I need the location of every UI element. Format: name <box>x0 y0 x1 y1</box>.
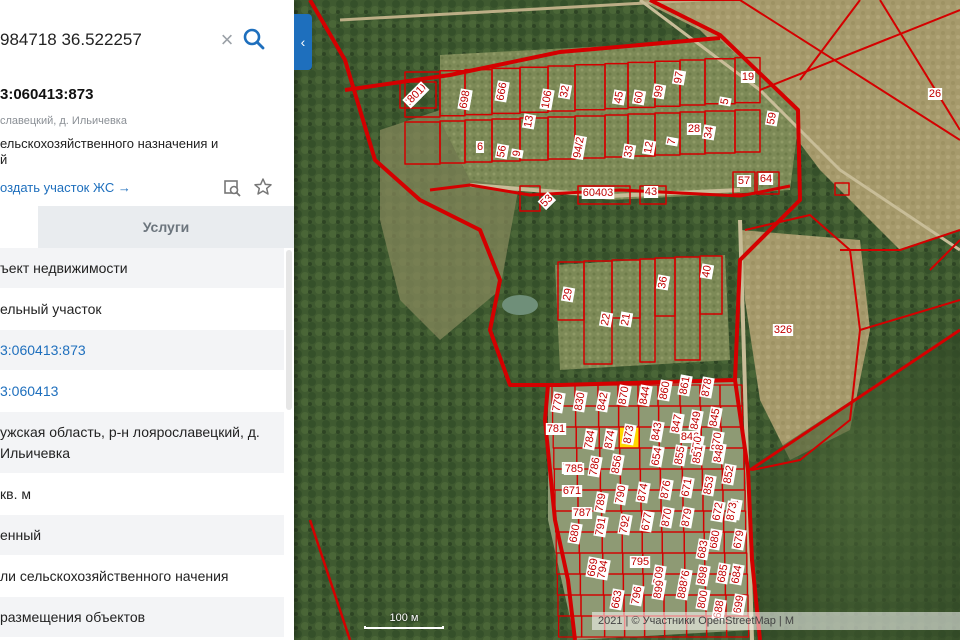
plot-label: 34 <box>702 125 716 139</box>
status-row: енный <box>0 515 284 556</box>
property-row: ъект недвижимости <box>0 248 284 289</box>
create-plot-link[interactable]: оздать участок ЖС → <box>0 180 131 195</box>
cadastral-number: 3:060413:873 <box>0 86 94 103</box>
land-purpose-line: й <box>0 152 8 167</box>
map-attribution: 2021 | © Участники OpenStreetMap | M <box>592 612 960 630</box>
plot-label: 12 <box>642 140 656 154</box>
scrollbar-thumb[interactable] <box>286 250 292 410</box>
search-bar: × <box>0 0 294 80</box>
plot-label: 6 <box>477 141 483 153</box>
map-scale: 100 м <box>362 612 446 630</box>
plot-label: 99 <box>652 84 666 98</box>
property-row: ельный участок <box>0 289 284 330</box>
usage-row: размещения объектов <box>0 597 284 638</box>
panel-tabs: Услуги <box>0 206 294 248</box>
plot-label: 787 <box>573 507 591 519</box>
plot-label: 671 <box>563 485 581 497</box>
plot-label: 33 <box>622 144 636 158</box>
tab-info[interactable] <box>0 206 38 248</box>
scale-label: 100 м <box>389 612 419 624</box>
plot-label: 97 <box>672 70 686 84</box>
cadastral-number-link[interactable]: 3:060413:873 <box>0 330 284 371</box>
land-purpose-line: ельскохозяйственного назначения и <box>0 136 219 151</box>
pond <box>502 295 538 315</box>
search-input[interactable] <box>0 25 236 55</box>
search-icon[interactable] <box>240 25 268 53</box>
tab-services[interactable]: Услуги <box>38 206 294 248</box>
plot-label: 785 <box>565 463 583 475</box>
category-row: ли сельскохозяйственного начения <box>0 556 284 597</box>
plot-label: 32 <box>558 84 572 98</box>
cadastral-quarter-link[interactable]: 3:060413 <box>0 371 284 412</box>
clear-icon[interactable]: × <box>216 27 238 53</box>
plot-label: 45 <box>612 90 626 104</box>
plot-label: 36 <box>656 275 670 289</box>
plot-label: 795 <box>631 556 649 568</box>
plot-label: 60403 <box>583 187 614 199</box>
plot-label: 26 <box>929 88 941 100</box>
plot-label: 29 <box>561 287 575 301</box>
plot-label: 40 <box>700 264 714 278</box>
plot-label: 60 <box>632 90 646 104</box>
plot-label: 781 <box>547 423 565 435</box>
plot-label: 43 <box>645 186 657 198</box>
address-row: ужская область, р-н лоярославецкий, д. И… <box>0 412 284 474</box>
land-purpose: ельскохозяйственного назначения и й <box>0 136 290 168</box>
scale-bar <box>364 626 444 629</box>
plot-label: 28 <box>688 123 700 135</box>
map-search-icon[interactable] <box>222 178 242 198</box>
plot-label: 326 <box>774 324 792 336</box>
area-row: кв. м <box>0 474 284 515</box>
plot-label: 21 <box>619 312 633 326</box>
plot-label: 22 <box>599 312 613 326</box>
plot-label: 19 <box>742 71 754 83</box>
plot-label: 59 <box>765 111 779 125</box>
collapse-panel-button[interactable]: ‹ <box>294 14 312 70</box>
address-short: славецкий, д. Ильичевка <box>0 115 127 127</box>
plot-label: 57 <box>738 175 750 187</box>
star-icon[interactable] <box>253 177 273 197</box>
plot-label: 56 <box>495 144 509 158</box>
plot-label: 13 <box>522 114 536 128</box>
plot-label: 64 <box>760 173 772 185</box>
info-panel: × 3:060413:873 славецкий, д. Ильичевка е… <box>0 0 294 640</box>
properties-list: ъект недвижимости ельный участок 3:06041… <box>0 248 284 638</box>
